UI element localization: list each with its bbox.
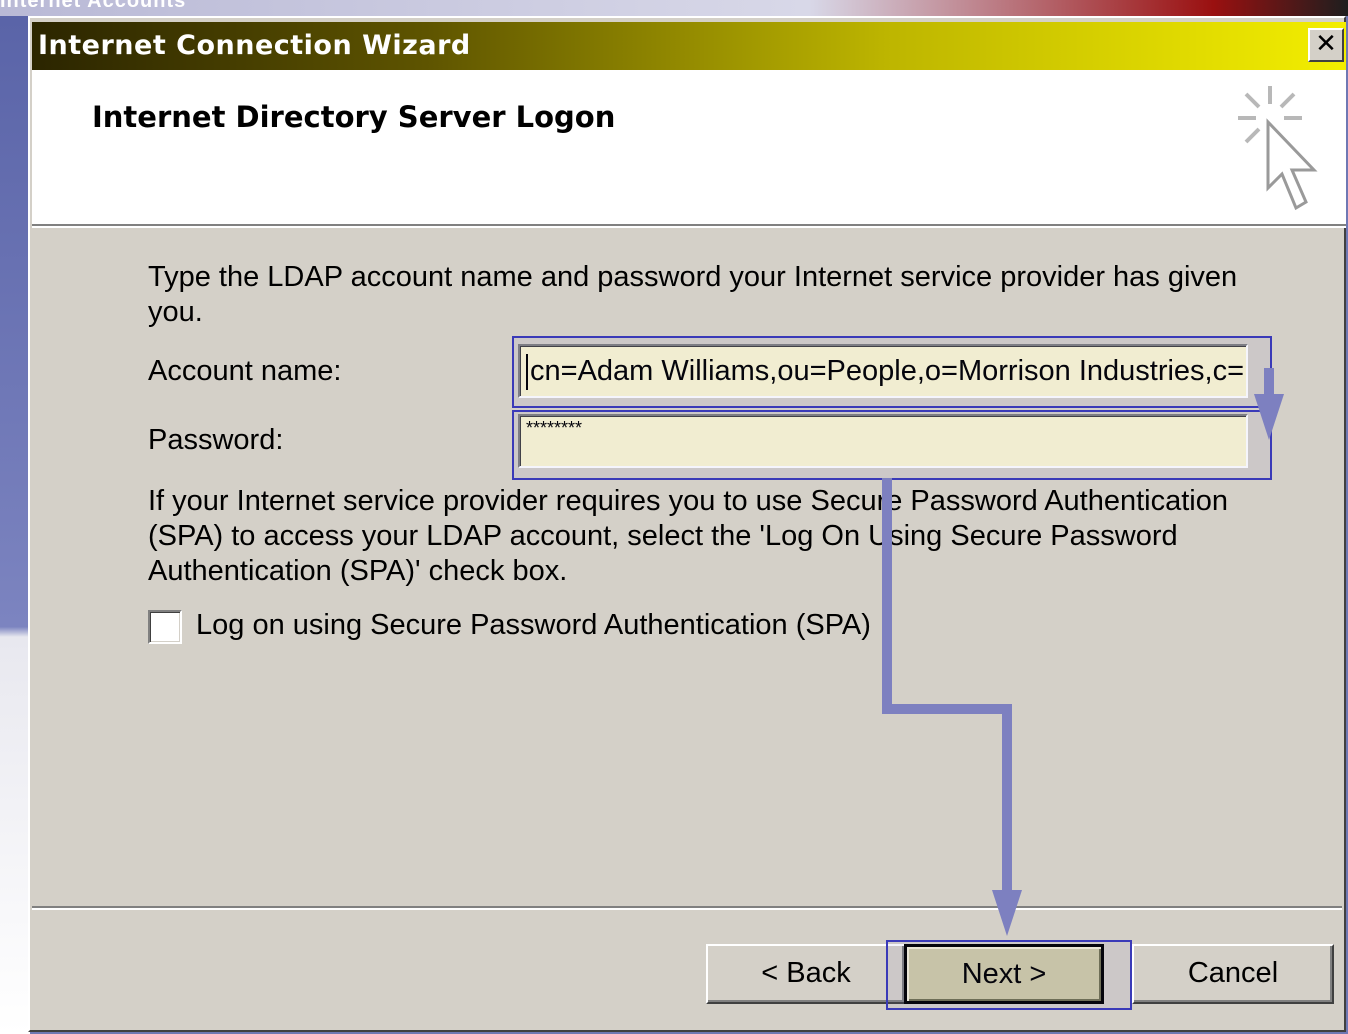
page-title: Internet Directory Server Logon: [92, 100, 616, 134]
spa-checkbox[interactable]: [148, 610, 182, 644]
account-name-label: Account name:: [148, 355, 342, 387]
background-desktop-edge: [0, 16, 30, 1034]
close-button[interactable]: ✕: [1308, 28, 1344, 62]
spa-description: If your Internet service provider requir…: [148, 485, 1229, 587]
account-field-highlight: [512, 336, 1272, 408]
cancel-button[interactable]: Cancel: [1132, 944, 1334, 1004]
instructions-text: Type the LDAP account name and password …: [148, 261, 1238, 328]
next-button-highlight: [886, 940, 1132, 1010]
background-window-title: Internet Accounts: [0, 0, 187, 12]
title-bar[interactable]: Internet Connection Wizard ✕: [32, 22, 1346, 70]
wizard-cursor-icon: [1238, 86, 1318, 211]
footer-divider: [32, 906, 1342, 910]
password-field-highlight: [512, 410, 1272, 480]
dialog-title: Internet Connection Wizard: [38, 30, 471, 61]
wizard-dialog: Internet Connection Wizard ✕ Internet Di…: [28, 16, 1346, 1032]
spa-checkbox-label[interactable]: Log on using Secure Password Authenticat…: [196, 608, 871, 643]
back-button[interactable]: < Back: [706, 944, 906, 1004]
background-window-strip: Internet Accounts: [0, 0, 1348, 16]
wizard-header: Internet Directory Server Logon: [32, 70, 1346, 228]
close-icon: ✕: [1315, 29, 1337, 59]
password-label: Password:: [148, 424, 284, 456]
